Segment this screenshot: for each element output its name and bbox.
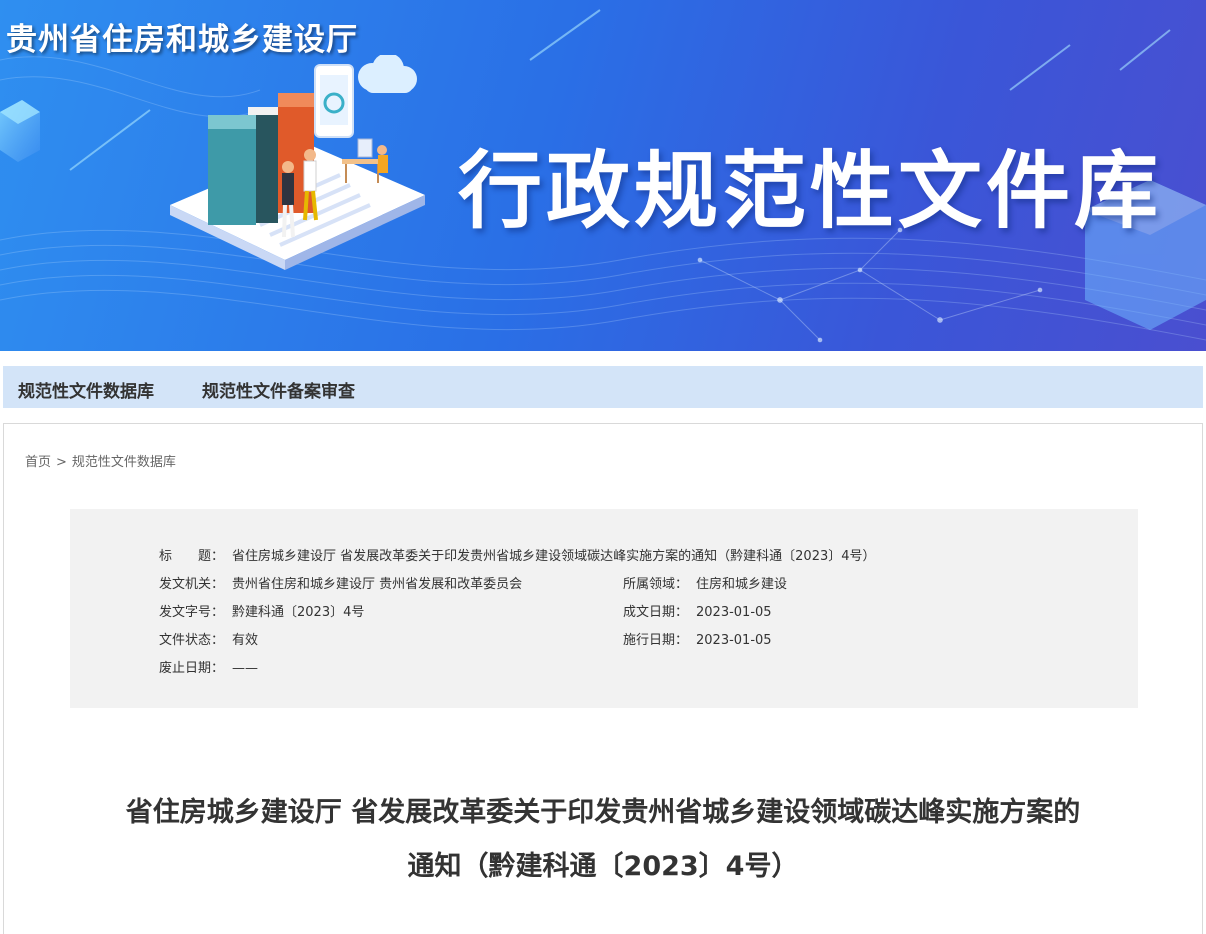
header-banner: 贵州省住房和城乡建设厅 行政规范性文件库 [0,0,1206,351]
document-metadata-box: 标 题： 省住房城乡建设厅 省发展改革委关于印发贵州省城乡建设领域碳达峰实施方案的… [70,509,1138,708]
meta-created-label: 成文日期： [623,605,689,620]
breadcrumb: 首页 > 规范性文件数据库 [25,451,176,470]
meta-domain-value: 住房和城乡建设 [696,577,788,592]
meta-title-value: 省住房城乡建设厅 省发展改革委关于印发贵州省城乡建设领域碳达峰实施方案的通知（黔… [232,549,876,564]
banner-title: 行政规范性文件库 [458,142,1163,240]
meta-docno-label: 发文字号： [159,605,225,620]
meta-domain-label: 所属领域： [623,577,689,592]
meta-issuer-value: 贵州省住房和城乡建设厅 贵州省发展和改革委员会 [232,577,523,592]
meta-repeal-label: 废止日期： [159,661,225,676]
meta-status-value: 有效 [232,633,259,648]
document-title-line2: 通知（黔建科通〔2023〕4号） [407,851,799,882]
meta-title-label: 标 题： [159,549,225,564]
site-title: 贵州省住房和城乡建设厅 [6,22,358,58]
meta-effective-label: 施行日期： [623,633,689,648]
meta-repeal-value: —— [232,661,259,676]
meta-row-title: 标 题： 省住房城乡建设厅 省发展改革委关于印发贵州省城乡建设领域碳达峰实施方案的… [159,545,876,564]
meta-row-status: 文件状态： 有效 [159,629,258,648]
breadcrumb-separator: > [56,455,67,470]
document-title: 省住房城乡建设厅 省发展改革委关于印发贵州省城乡建设领域碳达峰实施方案的 通知（… [44,786,1162,894]
breadcrumb-home-link[interactable]: 首页 [25,455,51,470]
meta-docno-value: 黔建科通〔2023〕4号 [232,605,365,620]
main-nav: 规范性文件数据库 规范性文件备案审查 [3,366,1203,408]
content-panel: 首页 > 规范性文件数据库 标 题： 省住房城乡建设厅 省发展改革委关于印发贵州省城乡… [3,423,1203,934]
meta-row-effective: 施行日期： 2023-01-05 [623,629,772,648]
meta-row-repeal: 废止日期： —— [159,657,258,676]
meta-created-value: 2023-01-05 [696,605,772,620]
breadcrumb-current-link[interactable]: 规范性文件数据库 [72,455,176,470]
meta-effective-value: 2023-01-05 [696,633,772,648]
document-title-line1: 省住房城乡建设厅 省发展改革委关于印发贵州省城乡建设领域碳达峰实施方案的 [125,797,1081,828]
meta-row-issuer: 发文机关： 贵州省住房和城乡建设厅 贵州省发展和改革委员会 [159,573,522,592]
nav-item-filing-review[interactable]: 规范性文件备案审查 [202,377,355,402]
meta-row-created: 成文日期： 2023-01-05 [623,601,772,620]
meta-row-docno: 发文字号： 黔建科通〔2023〕4号 [159,601,364,620]
meta-issuer-label: 发文机关： [159,577,225,592]
books-and-phone-illustration [170,55,425,270]
meta-row-domain: 所属领域： 住房和城乡建设 [623,573,787,592]
nav-item-database[interactable]: 规范性文件数据库 [18,377,154,402]
meta-status-label: 文件状态： [159,633,225,648]
